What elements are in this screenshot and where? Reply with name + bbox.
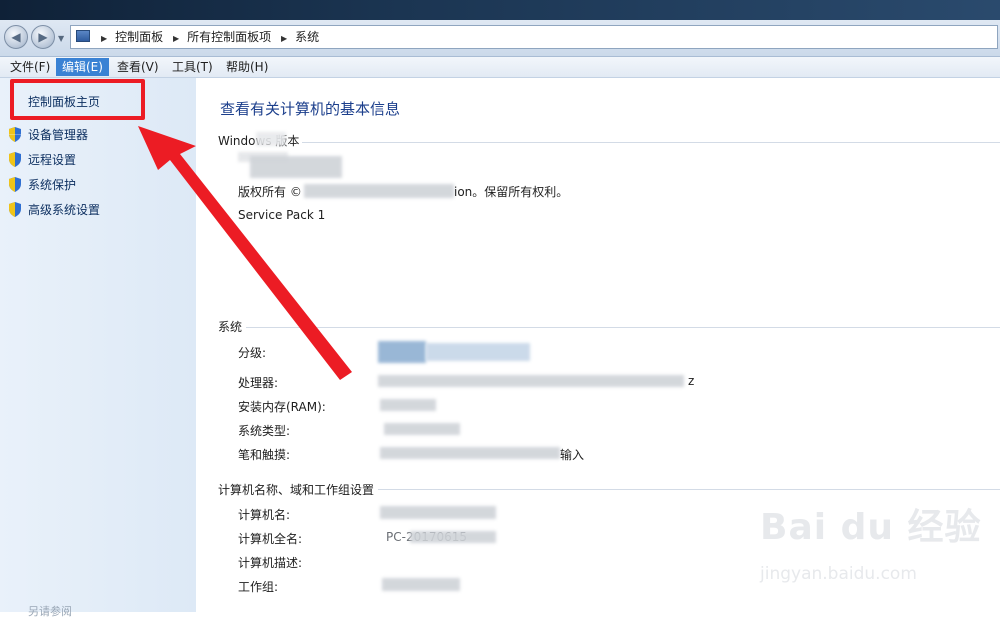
redacted-block (410, 531, 496, 543)
address-bar[interactable]: ▶ 控制面板 ▶ 所有控制面板项 ▶ 系统 (70, 25, 998, 49)
redacted-block (380, 506, 496, 519)
menu-file[interactable]: 文件(F) (4, 58, 56, 76)
nav-link-label: 远程设置 (28, 153, 77, 167)
menu-view[interactable]: 查看(V) (111, 58, 165, 76)
rating-label: 分级: (238, 346, 267, 360)
menu-edit[interactable]: 编辑(E) (56, 58, 109, 76)
watermark-logo-text: Bai du 经验 (760, 507, 982, 548)
uac-shield-icon (8, 127, 22, 142)
window-title-strip (0, 0, 1000, 20)
breadcrumb-chevron-icon[interactable]: ▶ (173, 28, 179, 50)
nav-link-label: 高级系统设置 (28, 203, 101, 217)
nav-link-device-manager[interactable]: 设备管理器 (8, 126, 88, 144)
pen-touch-suffix: 输入 (560, 448, 585, 462)
nav-link-label: 系统保护 (28, 178, 77, 192)
menu-help[interactable]: 帮助(H) (220, 58, 274, 76)
redacted-block (380, 399, 436, 411)
nav-link-advanced-settings[interactable]: 高级系统设置 (8, 201, 100, 219)
uac-shield-icon (8, 202, 22, 217)
system-type-label: 系统类型: (238, 424, 291, 438)
breadcrumb: ▶ 控制面板 ▶ 所有控制面板项 ▶ 系统 (95, 26, 319, 48)
copyright-suffix: ion。保留所有权利。 (454, 185, 569, 199)
description-label: 计算机描述: (238, 556, 303, 570)
breadcrumb-item-control-panel[interactable]: 控制面板 (115, 30, 163, 44)
breadcrumb-chevron-icon[interactable]: ▶ (101, 28, 107, 50)
highlight-box (10, 79, 145, 120)
redacted-block (382, 578, 460, 591)
forward-arrow-icon: ▶ (38, 30, 48, 44)
redacted-block (250, 156, 342, 178)
processor-label: 处理器: (238, 376, 279, 390)
workgroup-label: 工作组: (238, 580, 279, 594)
redacted-block (380, 447, 560, 459)
computer-name-section-label: 计算机名称、域和工作组设置 (218, 483, 375, 497)
address-toolbar: ◀ ▶ ▼ ▶ 控制面板 ▶ 所有控制面板项 ▶ 系统 (0, 20, 1000, 57)
service-pack: Service Pack 1 (238, 208, 326, 222)
redacted-block (378, 341, 426, 363)
menu-bar: 文件(F) 编辑(E) 查看(V) 工具(T) 帮助(H) (0, 57, 1000, 78)
nav-link-label: 设备管理器 (28, 128, 89, 142)
copyright-prefix: 版权所有 © (238, 185, 302, 199)
menu-tools[interactable]: 工具(T) (166, 58, 219, 76)
pen-touch-label: 笔和触摸: (238, 448, 291, 462)
redacted-block (426, 343, 530, 361)
computer-name-label: 计算机名: (238, 508, 291, 522)
back-arrow-icon: ◀ (11, 30, 21, 44)
forward-button[interactable]: ▶ (31, 25, 55, 49)
processor-suffix: z (688, 374, 695, 388)
page-title: 查看有关计算机的基本信息 (220, 100, 401, 118)
redacted-block (384, 423, 460, 435)
section-divider (246, 327, 1000, 328)
breadcrumb-chevron-icon[interactable]: ▶ (281, 28, 287, 50)
section-divider (302, 142, 1000, 143)
redacted-block (304, 184, 454, 198)
breadcrumb-item-system[interactable]: 系统 (295, 30, 319, 44)
see-also-label: 另请参阅 (28, 605, 72, 618)
history-dropdown-icon[interactable]: ▼ (58, 34, 64, 43)
nav-link-system-protection[interactable]: 系统保护 (8, 176, 76, 194)
redacted-block (378, 375, 684, 387)
system-section-label: 系统 (218, 320, 243, 334)
uac-shield-icon (8, 152, 22, 167)
redacted-block (256, 132, 286, 146)
baidu-watermark: Bai du 经验 jingyan.baidu.com (760, 498, 982, 584)
full-name-label: 计算机全名: (238, 532, 303, 546)
uac-shield-icon (8, 177, 22, 192)
back-button[interactable]: ◀ (4, 25, 28, 49)
control-panel-icon (76, 30, 90, 42)
breadcrumb-item-all-items[interactable]: 所有控制面板项 (187, 30, 271, 44)
nav-link-remote-settings[interactable]: 远程设置 (8, 151, 76, 169)
watermark-url: jingyan.baidu.com (760, 564, 917, 584)
ram-label: 安装内存(RAM): (238, 400, 326, 414)
section-divider (378, 489, 1000, 490)
